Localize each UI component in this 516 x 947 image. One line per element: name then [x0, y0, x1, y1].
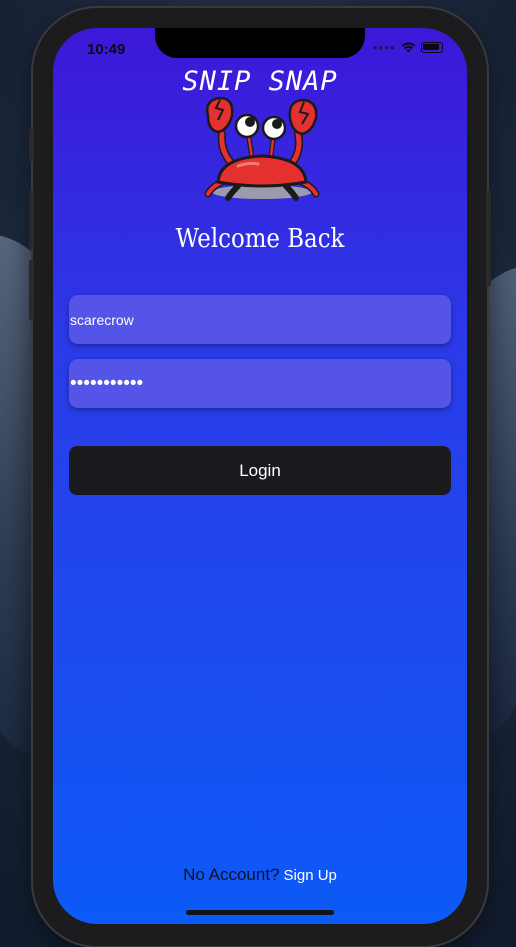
mute-switch: [29, 128, 34, 162]
username-value: scarecrow: [70, 311, 134, 328]
notch: [155, 28, 365, 58]
signup-link[interactable]: Sign Up: [284, 867, 337, 884]
password-value: •••••••••••: [70, 372, 144, 394]
signal-dots-icon: ●●●●: [372, 43, 396, 52]
crab-icon: [204, 96, 320, 201]
app-screen: 10:49 ●●●● SNIP SNAP Welcome Back scarec…: [53, 28, 467, 924]
home-indicator[interactable]: [186, 910, 334, 915]
login-button-label: Login: [239, 460, 281, 480]
volume-up-button: [29, 190, 34, 250]
no-account-text: No Account?: [183, 865, 280, 884]
status-time: 10:49: [87, 41, 126, 58]
app-title: SNIP SNAP: [182, 66, 338, 97]
username-field[interactable]: scarecrow: [69, 295, 451, 344]
signup-prompt: No Account? Sign Up: [53, 865, 467, 885]
welcome-heading: Welcome Back: [175, 224, 345, 254]
status-icons: ●●●●: [373, 42, 443, 53]
power-button: [486, 190, 491, 286]
wifi-icon: [401, 42, 416, 53]
volume-down-button: [29, 260, 34, 320]
battery-icon: [421, 42, 443, 53]
password-field[interactable]: •••••••••••: [69, 359, 451, 408]
login-button[interactable]: Login: [69, 446, 451, 495]
